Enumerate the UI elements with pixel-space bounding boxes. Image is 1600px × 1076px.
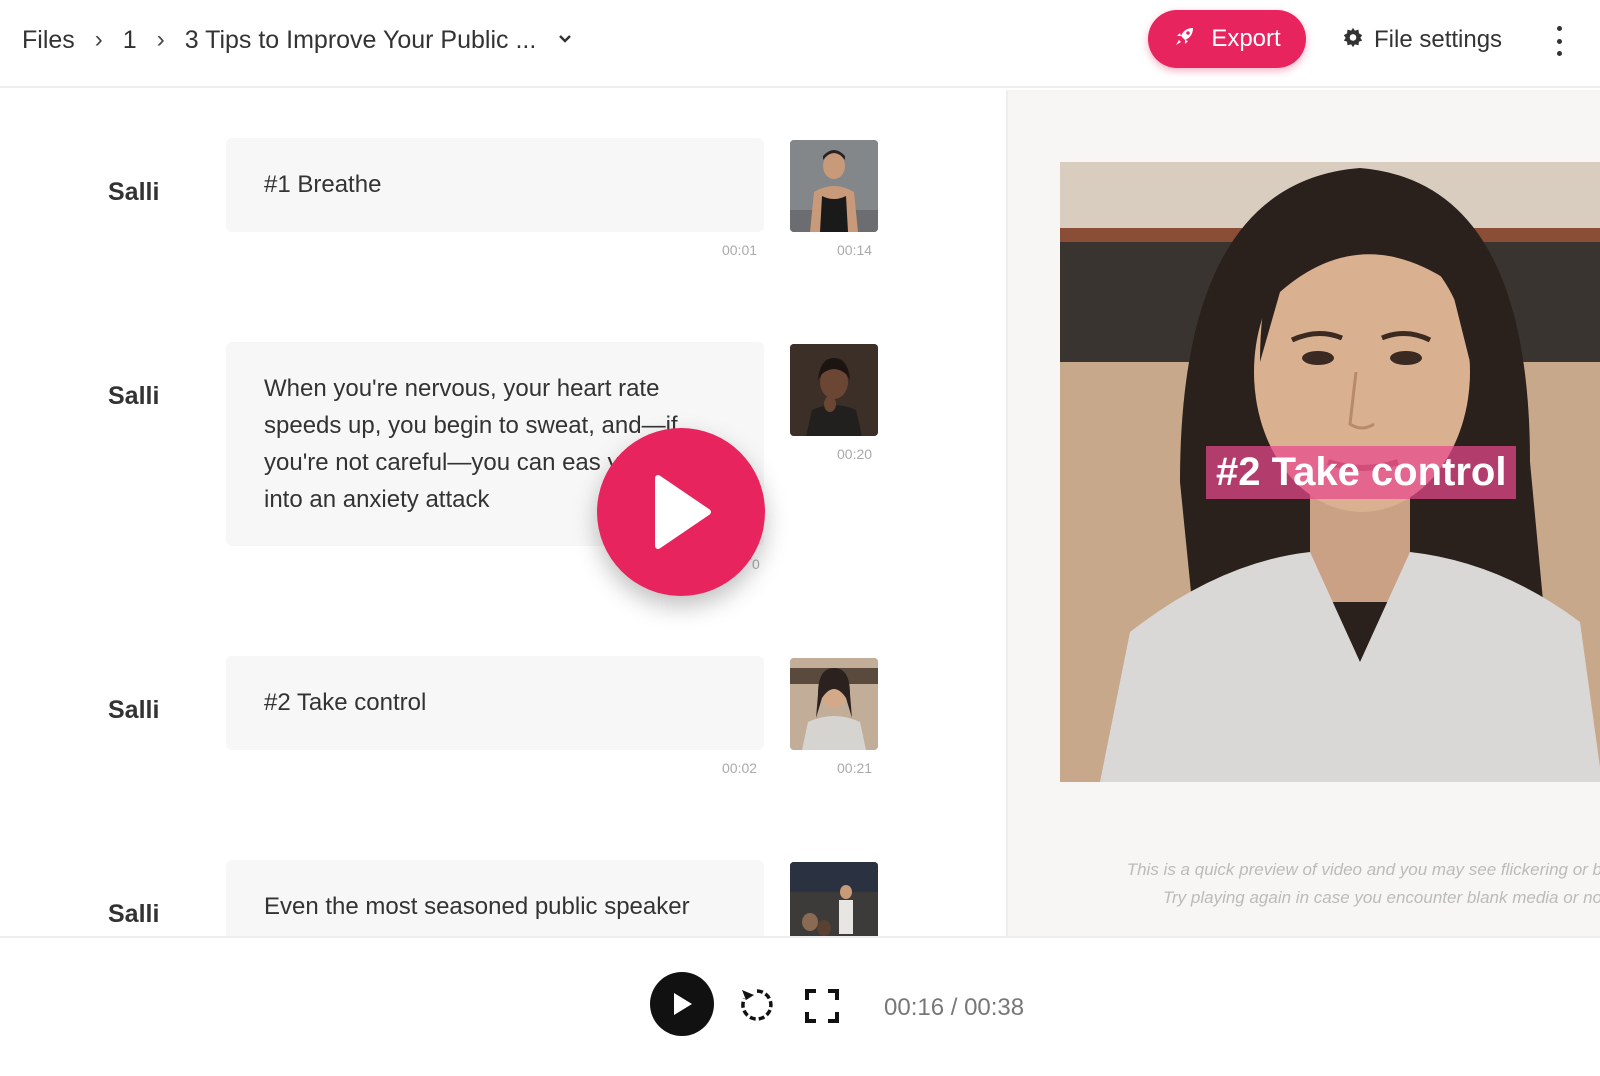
clip-timestamp: 00:14	[837, 242, 873, 258]
text-timestamp: 0	[752, 556, 760, 572]
breadcrumb: Files › 1 › 3 Tips to Improve Your Publi…	[22, 22, 572, 58]
clip-timestamp: 00:21	[837, 760, 873, 776]
text-timestamp: 00:01	[722, 242, 758, 258]
video-preview[interactable]: #2 Take control	[1060, 162, 1600, 782]
export-button[interactable]: Export	[1148, 10, 1306, 68]
preview-note-line-2: Try playing again in case you encounter …	[1162, 888, 1600, 907]
woman-thumbnail-image	[790, 344, 878, 436]
play-button[interactable]	[650, 972, 714, 1036]
breadcrumb-separator-icon: ›	[156, 26, 165, 53]
clip-thumbnail[interactable]	[790, 140, 878, 232]
chevron-down-icon[interactable]	[558, 31, 572, 49]
speaker-name[interactable]: Salli	[108, 900, 159, 929]
top-bar: Files › 1 › 3 Tips to Improve Your Publi…	[0, 0, 1600, 88]
text-timestamp: 00:02	[722, 760, 758, 776]
woman-grey-shirt-thumbnail-image	[790, 658, 878, 750]
breadcrumb-separator-icon: ›	[94, 26, 103, 53]
script-text[interactable]: #1 Breathe	[226, 138, 764, 232]
video-caption: #2 Take control	[1206, 446, 1517, 499]
file-settings-button[interactable]: File settings	[1342, 22, 1502, 58]
script-panel: Salli #1 Breathe 00:01 00:14 Salli When …	[0, 90, 1006, 936]
rocket-icon	[1173, 24, 1197, 55]
breadcrumb-files[interactable]: Files	[22, 26, 75, 55]
play-icon	[655, 475, 711, 549]
gear-icon	[1342, 26, 1364, 55]
clip-thumbnail[interactable]	[790, 344, 878, 436]
play-overlay-button[interactable]	[597, 428, 765, 596]
speaker-name[interactable]: Salli	[108, 696, 159, 725]
clip-thumbnail[interactable]	[790, 862, 878, 936]
script-text[interactable]: #2 Take control	[226, 656, 764, 750]
playback-time: 00:16 / 00:38	[884, 994, 1025, 1021]
breadcrumb-folder[interactable]: 1	[123, 26, 137, 55]
script-text[interactable]: Even the most seasoned public speaker	[226, 860, 764, 936]
kebab-icon[interactable]	[1554, 26, 1564, 56]
clip-timestamp: 00:20	[837, 446, 873, 462]
file-settings-label: File settings	[1374, 26, 1503, 53]
clip-thumbnail[interactable]	[790, 658, 878, 750]
speaker-name[interactable]: Salli	[108, 178, 159, 207]
preview-note: This is a quick preview of video and you…	[1036, 856, 1600, 912]
preview-panel: #2 Take control This is a quick preview …	[1006, 90, 1600, 936]
speaker-name[interactable]: Salli	[108, 382, 159, 411]
fullscreen-icon[interactable]	[804, 988, 840, 1024]
man-thumbnail-image	[790, 140, 878, 232]
preview-note-line-1: This is a quick preview of video and you…	[1126, 860, 1600, 879]
player-controls: 00:16 / 00:38	[0, 936, 1600, 1076]
export-label: Export	[1211, 25, 1281, 52]
presenter-thumbnail-image	[790, 862, 878, 936]
replay-icon[interactable]	[738, 986, 776, 1024]
breadcrumb-file-title[interactable]: 3 Tips to Improve Your Public ...	[185, 26, 537, 55]
play-icon	[674, 993, 692, 1015]
